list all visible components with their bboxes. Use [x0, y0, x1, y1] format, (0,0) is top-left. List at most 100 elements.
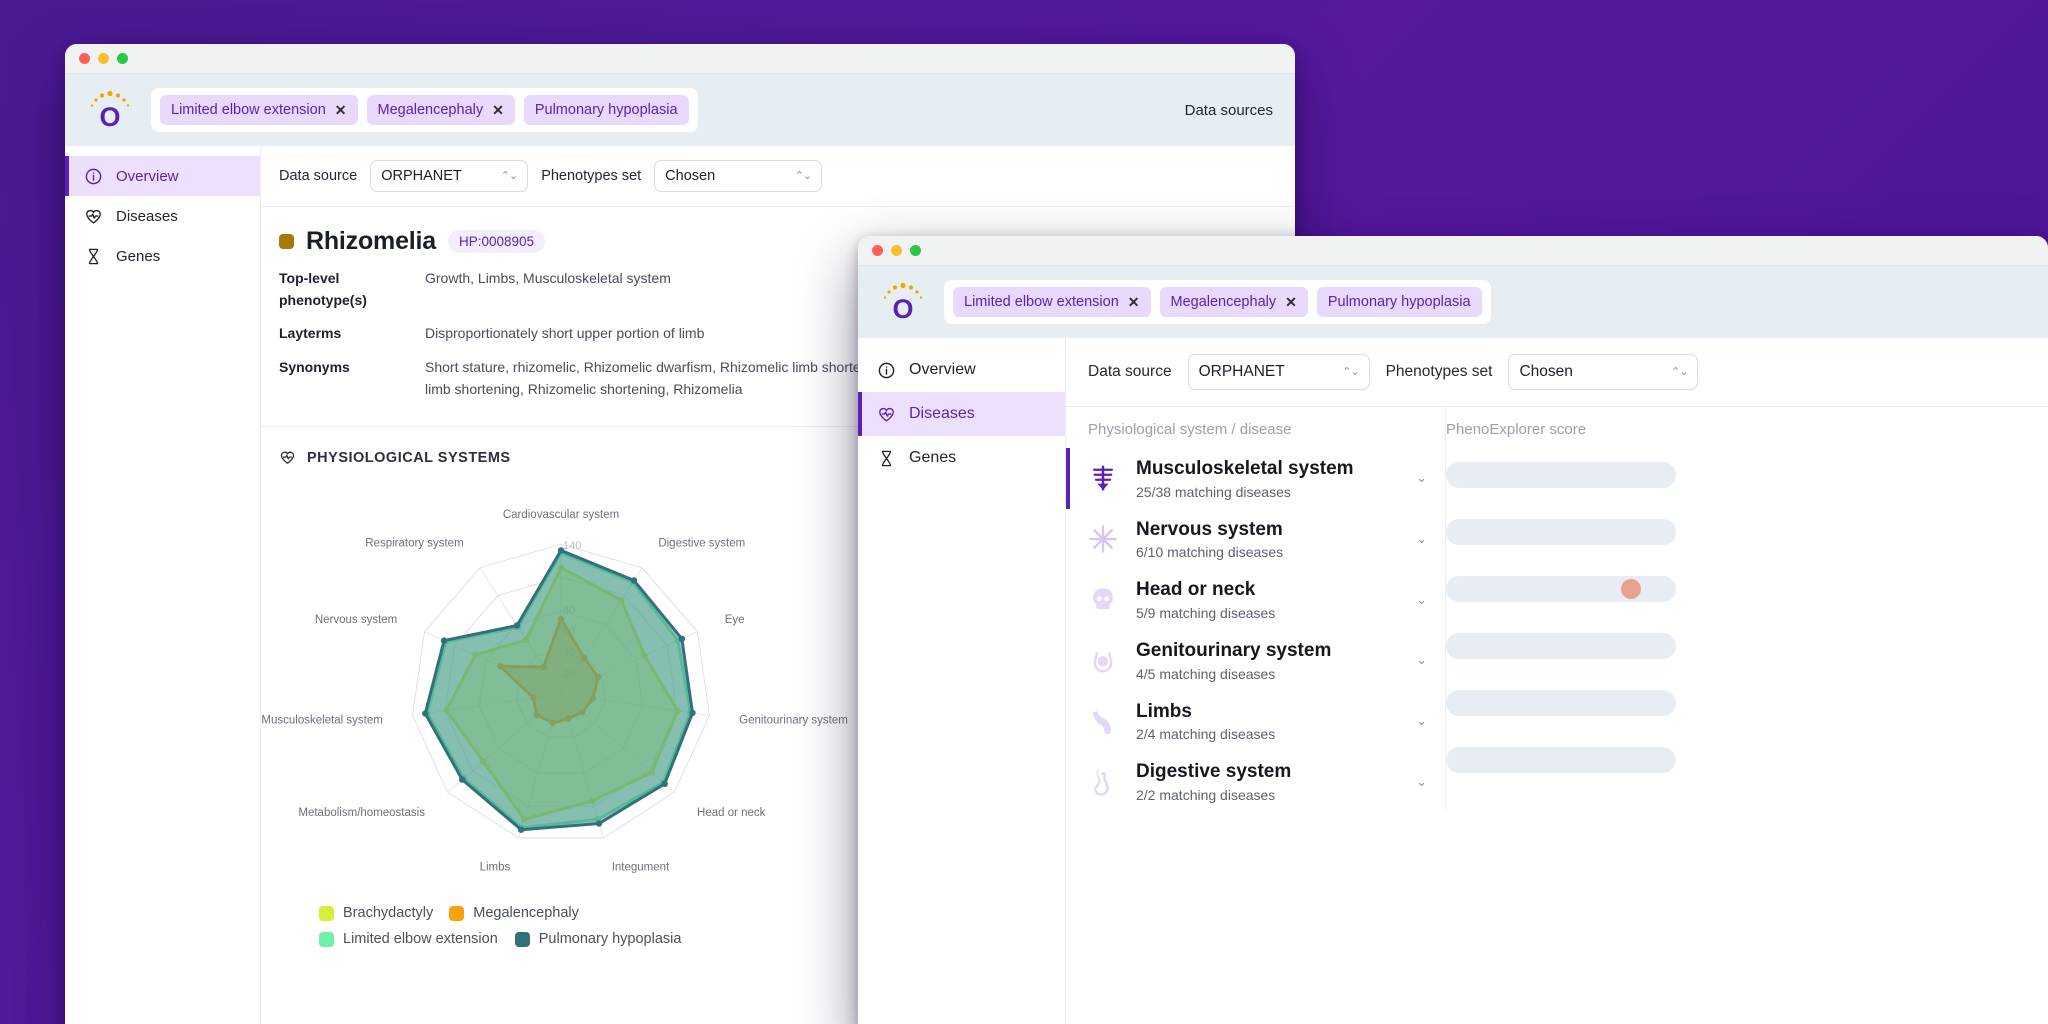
legend-label: Pulmonary hypoplasia [538, 931, 682, 948]
score-bar-cell [1446, 554, 2048, 611]
chip-remove-icon[interactable]: ✕ [492, 103, 504, 117]
chip-remove-icon[interactable]: ✕ [335, 103, 347, 117]
data-sources-link[interactable]: Data sources [1185, 102, 1273, 119]
back-window-titlebar [65, 44, 1295, 74]
score-knob[interactable] [1620, 579, 1641, 599]
skull-icon [1093, 587, 1113, 609]
chevron-updown-icon: ⌃⌄ [500, 169, 518, 182]
legend-item: Limited elbow extension Pulmonary hypopl… [319, 931, 741, 947]
table-row[interactable]: Genitourinary system 4/5 matching diseas… [1066, 630, 1445, 691]
front-window-body: Overview Diseases Genes Data source ORPH… [858, 338, 2048, 1024]
logo-letter: O [99, 102, 121, 132]
table-row[interactable]: Limbs 2/4 matching diseases ⌄ [1066, 691, 1445, 752]
close-button[interactable] [872, 245, 883, 256]
legend-label: Brachydactyly [343, 905, 434, 922]
phenotypes-set-select[interactable]: Chosen ⌃⌄ [654, 160, 823, 192]
svg-text:Genitourinary system: Genitourinary system [739, 715, 848, 727]
chevron-down-icon[interactable]: ⌄ [1416, 652, 1427, 668]
phenotype-chip[interactable]: Megalencephaly ✕ [366, 95, 515, 125]
close-button[interactable] [79, 53, 90, 64]
sidebar-item-overview[interactable]: Overview [65, 156, 260, 196]
score-column: PhenoExplorer score [1446, 407, 2048, 812]
legend-swatch [319, 905, 334, 921]
minimize-button[interactable] [891, 245, 902, 256]
chevron-down-icon[interactable]: ⌄ [1416, 774, 1427, 790]
phenotypes-set-value: Chosen [1519, 363, 1573, 380]
chevron-updown-icon: ⌃⌄ [1342, 365, 1359, 378]
sidebar-item-diseases[interactable]: Diseases [65, 196, 260, 236]
svg-text:Digestive system: Digestive system [658, 538, 745, 550]
svg-text:Eye: Eye [725, 615, 745, 627]
app-logo: O [87, 89, 133, 131]
legend-label: Limited elbow extension [343, 931, 498, 948]
phenotype-chip[interactable]: Limited elbow extension ✕ [953, 287, 1151, 317]
phenotype-chip[interactable]: Megalencephaly ✕ [1159, 287, 1308, 317]
info-circle-icon [878, 362, 895, 378]
legend-label: Megalencephaly [473, 905, 579, 922]
svg-text:Integument: Integument [612, 862, 670, 874]
minimize-button[interactable] [98, 53, 109, 64]
chevron-down-icon[interactable]: ⌄ [1416, 470, 1427, 486]
sidebar-item-diseases[interactable]: Diseases [858, 392, 1065, 436]
score-bar[interactable] [1446, 462, 1676, 488]
table-row[interactable]: Digestive system 2/2 matching diseases ⌄ [1066, 751, 1445, 812]
row-title: Head or neck [1136, 579, 1256, 601]
heartbeat-icon [879, 407, 894, 422]
phenotype-chip[interactable]: Pulmonary hypoplasia [1316, 287, 1482, 317]
score-bar[interactable] [1446, 690, 1676, 716]
legend-item: Brachydactyly [319, 905, 433, 921]
chip-label: Pulmonary hypoplasia [1327, 294, 1471, 310]
chip-label: Megalencephaly [1170, 294, 1277, 310]
chip-remove-icon[interactable]: ✕ [1128, 295, 1140, 309]
phenotypes-set-select[interactable]: Chosen ⌃⌄ [1508, 354, 1699, 390]
chip-remove-icon[interactable]: ✕ [1285, 295, 1297, 309]
back-app-toolbar: O Limited elbow extension ✕ Megalencepha… [65, 74, 1295, 146]
chip-label: Limited elbow extension [171, 102, 326, 118]
detail-key: Layterms [279, 325, 342, 342]
chevron-down-icon[interactable]: ⌄ [1416, 713, 1427, 729]
score-bar-cell [1446, 497, 2048, 554]
neuron-icon [1089, 525, 1117, 553]
data-source-label: Data source [1088, 363, 1172, 380]
score-bar[interactable] [1446, 633, 1676, 659]
sidebar-item-label: Diseases [116, 207, 178, 225]
radar-chart: 20 40 60 80 140 Cardiovascular system Digestiv… [261, 466, 861, 947]
chevron-updown-icon: ⌃⌄ [794, 169, 812, 182]
data-source-select[interactable]: ORPHANET ⌃⌄ [370, 160, 529, 192]
column-header-score: PhenoExplorer score [1446, 421, 1587, 438]
score-bar[interactable] [1446, 747, 1676, 773]
data-source-value: ORPHANET [1198, 363, 1285, 380]
svg-text:Head or neck: Head or neck [697, 807, 766, 819]
row-subtitle: 25/38 matching diseases [1136, 483, 1291, 500]
sidebar-item-overview[interactable]: Overview [858, 348, 1065, 392]
phenotype-chip[interactable]: Pulmonary hypoplasia [523, 95, 689, 125]
zoom-button[interactable] [910, 245, 921, 256]
row-subtitle: 2/4 matching diseases [1136, 726, 1276, 743]
front-content: Data source ORPHANET ⌃⌄ Phenotypes set C… [1066, 338, 2048, 1024]
sidebar-item-label: Overview [909, 361, 976, 378]
ribcage-icon [1093, 465, 1113, 491]
zoom-button[interactable] [117, 53, 128, 64]
score-bar[interactable] [1446, 519, 1676, 545]
detail-value: Growth, Limbs, Musculoskeletal system [425, 270, 671, 286]
desktop-background: O Limited elbow extension ✕ Megalencepha… [0, 0, 2048, 1024]
sidebar-item-label: Overview [116, 167, 179, 185]
heartbeat-icon [280, 452, 295, 465]
chevron-updown-icon: ⌃⌄ [1671, 365, 1688, 378]
table-row[interactable]: Head or neck 5/9 matching diseases ⌄ [1066, 569, 1445, 630]
back-sidebar: Overview Diseases Genes [65, 146, 261, 1024]
chevron-down-icon[interactable]: ⌄ [1416, 592, 1427, 608]
row-title: Musculoskeletal system [1136, 458, 1354, 479]
app-logo: O [880, 281, 926, 323]
phenotype-chip[interactable]: Limited elbow extension ✕ [160, 95, 358, 125]
score-bar[interactable] [1446, 576, 1676, 602]
front-sidebar: Overview Diseases Genes [858, 338, 1066, 1024]
svg-text:Musculoskeletal system: Musculoskeletal system [261, 715, 382, 727]
table-row[interactable]: Nervous system 6/10 matching diseases ⌄ [1066, 509, 1445, 570]
chevron-down-icon[interactable]: ⌄ [1416, 531, 1427, 547]
table-row[interactable]: Musculoskeletal system 25/38 matching di… [1066, 448, 1445, 509]
sidebar-item-genes[interactable]: Genes [858, 436, 1065, 480]
sidebar-item-genes[interactable]: Genes [65, 236, 260, 276]
svg-text:Metabolism/homeostasis: Metabolism/homeostasis [298, 807, 425, 819]
data-source-select[interactable]: ORPHANET ⌃⌄ [1187, 354, 1370, 390]
